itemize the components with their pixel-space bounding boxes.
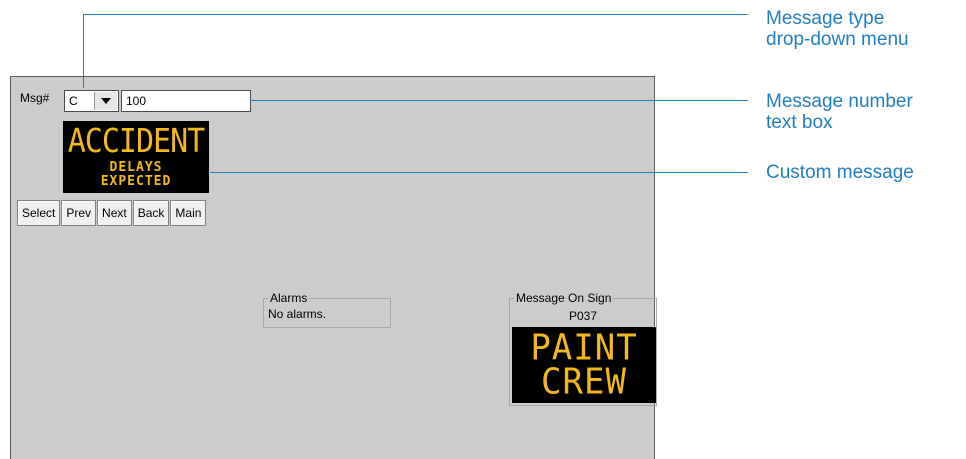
callout-custom-message: Custom message xyxy=(766,162,914,183)
msg-number-label: Msg# xyxy=(20,91,50,105)
main-button[interactable]: Main xyxy=(170,200,207,226)
alarms-legend: Alarms xyxy=(268,291,310,305)
callout-message-number-line-1: Message number xyxy=(766,91,913,112)
callout-line-number xyxy=(250,100,748,101)
callout-message-number-line-2: text box xyxy=(766,112,833,133)
sign-display-line-2: CREW xyxy=(541,361,627,403)
callout-custom-message-line: Custom message xyxy=(766,162,914,183)
prev-button[interactable]: Prev xyxy=(61,200,97,226)
sign-control-panel: Msg# C ACCIDENT DELAYS EXPECTED Select P… xyxy=(10,76,657,459)
message-on-sign-code: P037 xyxy=(568,309,598,323)
alarms-status-text: No alarms. xyxy=(268,307,327,321)
callout-message-type-line-2: drop-down menu xyxy=(766,29,909,50)
navigation-button-row: Select Prev Next Back Main xyxy=(17,200,207,226)
message-number-input[interactable] xyxy=(121,90,251,112)
custom-message-line-1: ACCIDENT xyxy=(67,121,205,161)
callout-line-custom xyxy=(210,172,748,173)
callout-message-number: Message number text box xyxy=(766,91,913,133)
callout-line-type-vertical xyxy=(83,14,84,88)
callout-line-type-horizontal xyxy=(83,14,748,15)
callout-message-type: Message type drop-down menu xyxy=(766,8,909,50)
custom-message-preview: ACCIDENT DELAYS EXPECTED xyxy=(63,121,209,193)
next-button[interactable]: Next xyxy=(97,200,132,226)
chevron-down-icon xyxy=(101,98,111,104)
message-type-dropdown[interactable]: C xyxy=(64,90,119,112)
message-type-value: C xyxy=(69,94,78,108)
message-on-sign-group: Message On Sign P037 PAINT CREW xyxy=(509,291,657,406)
custom-message-line-2: DELAYS xyxy=(109,159,163,175)
custom-message-line-3: EXPECTED xyxy=(100,173,172,189)
sign-display-preview: PAINT CREW xyxy=(512,327,656,403)
dropdown-arrow-button[interactable] xyxy=(94,92,117,110)
alarms-group: Alarms No alarms. xyxy=(263,291,391,328)
back-button[interactable]: Back xyxy=(132,200,170,226)
select-button[interactable]: Select xyxy=(17,200,61,226)
callout-message-type-line-1: Message type xyxy=(766,8,885,29)
message-on-sign-legend: Message On Sign xyxy=(514,291,614,305)
